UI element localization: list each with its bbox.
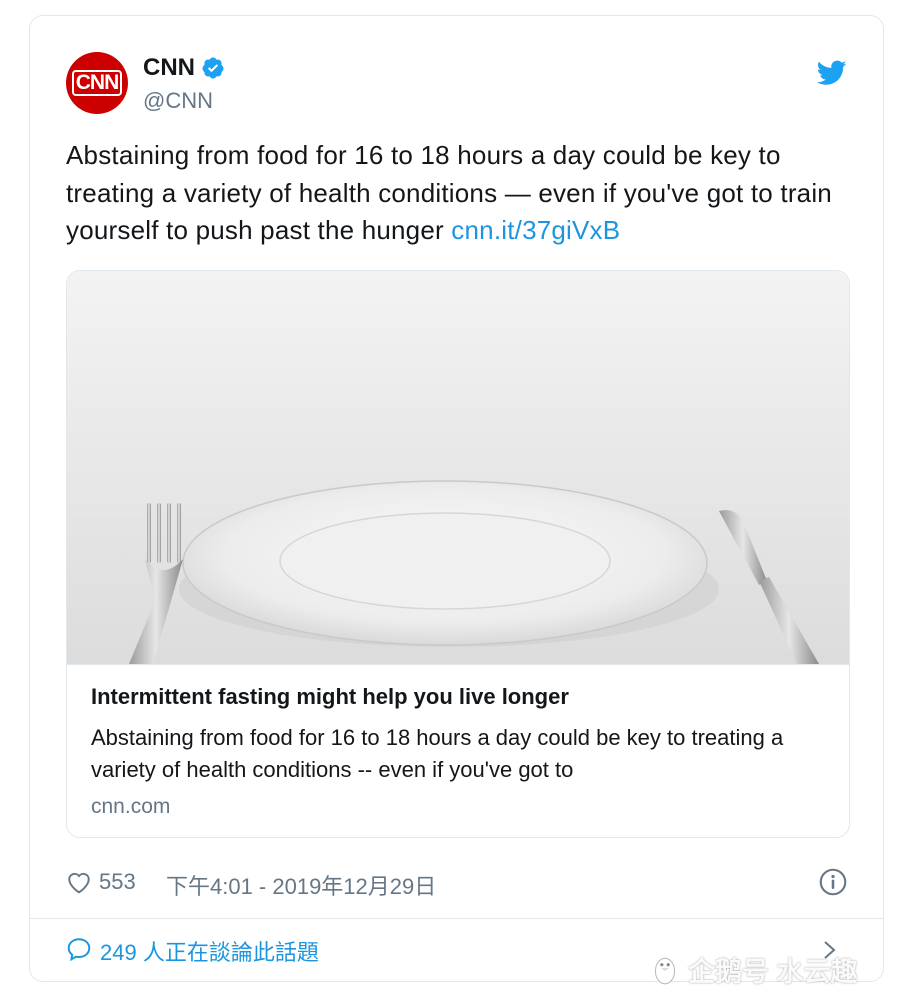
reply-bubble-icon xyxy=(67,938,91,961)
penguin-icon xyxy=(654,957,676,984)
tweet-meta: 553 下午4:01 - 2019年12月29日 xyxy=(66,868,847,901)
tweet-text: Abstaining from food for 16 to 18 hours … xyxy=(66,137,856,250)
timestamp[interactable]: 下午4:01 - 2019年12月29日 xyxy=(166,869,436,901)
handle[interactable]: @CNN xyxy=(143,88,213,114)
tweet-body: Abstaining from food for 16 to 18 hours … xyxy=(66,140,832,245)
tweet-link[interactable]: cnn.it/37giVxB xyxy=(451,215,620,245)
card-image[interactable] xyxy=(67,271,849,665)
avatar-logo-text: CNN xyxy=(71,70,123,96)
info-icon[interactable] xyxy=(819,868,847,896)
name-row: CNN xyxy=(143,54,225,82)
discussion-link[interactable]: 249 人正在談論此話題 xyxy=(100,935,319,967)
like-count[interactable]: 553 xyxy=(99,869,136,895)
watermark: 企鹅号 水云趣 xyxy=(648,950,858,989)
heart-icon[interactable] xyxy=(66,870,92,894)
plate-illustration xyxy=(67,271,849,664)
card-domain: cnn.com xyxy=(91,795,171,818)
tweet-header: CNN CNN @CNN xyxy=(66,52,847,116)
display-name[interactable]: CNN xyxy=(143,54,195,82)
tweet-card[interactable]: CNN CNN @CNN Abstaining from food for 16… xyxy=(29,15,884,982)
twitter-bird-icon[interactable] xyxy=(817,60,847,86)
card-description: Abstaining from food for 16 to 18 hours … xyxy=(91,725,784,782)
divider xyxy=(30,918,883,919)
avatar[interactable]: CNN xyxy=(66,52,128,114)
link-preview-card[interactable]: Intermittent fasting might help you live… xyxy=(66,270,850,838)
card-title[interactable]: Intermittent fasting might help you live… xyxy=(91,684,569,710)
watermark-text: 企鹅号 水云趣 xyxy=(688,957,858,987)
verified-badge-icon xyxy=(202,57,224,79)
